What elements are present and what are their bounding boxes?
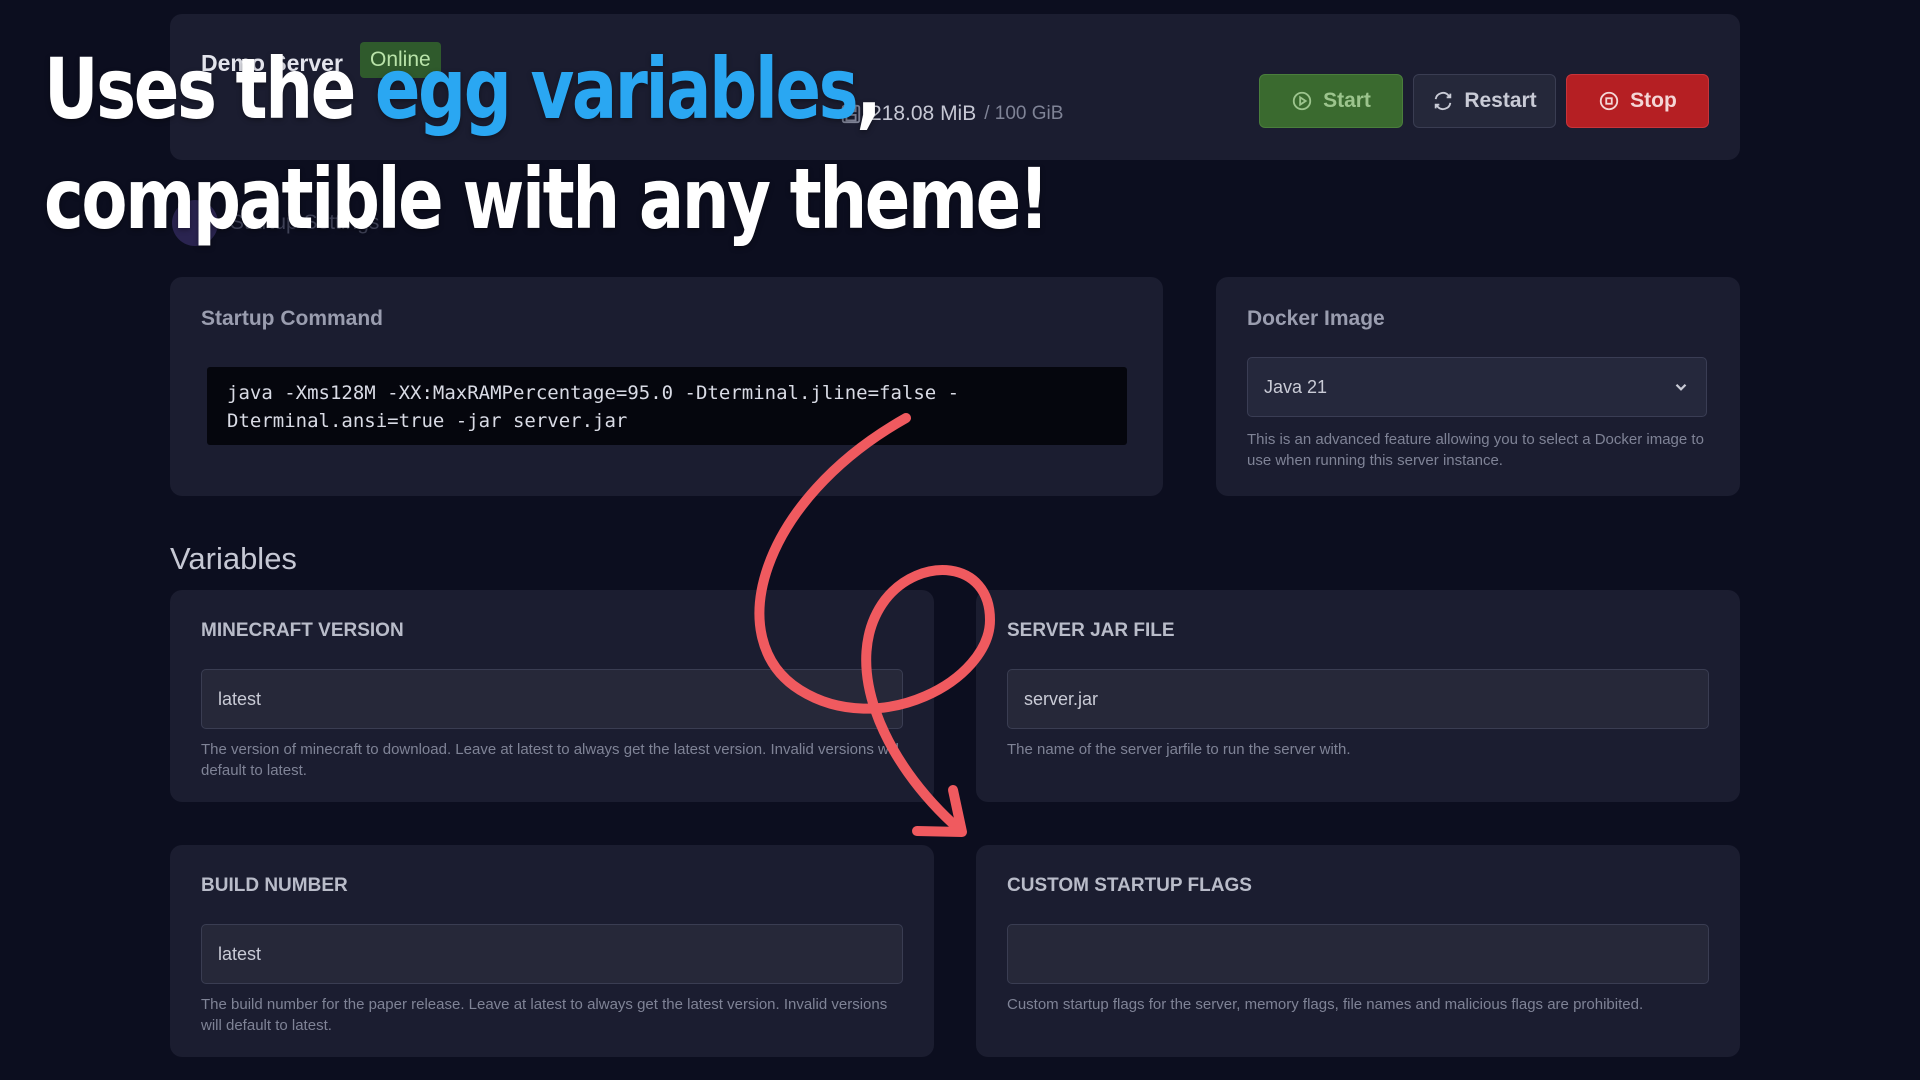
variable-help: The version of minecraft to download. Le… (201, 741, 899, 779)
minecraft-version-input[interactable]: latest (201, 669, 903, 729)
stop-icon (1600, 91, 1619, 111)
headline-line-1: Uses the egg variables, (44, 40, 882, 138)
startup-command-text: java -Xms128M -XX:MaxRAMPercentage=95.0 … (207, 367, 1127, 445)
docker-image-value: Java 21 (1264, 376, 1328, 397)
variables-heading: Variables (170, 541, 297, 576)
disk-limit: / 100 GiB (984, 103, 1064, 124)
variable-card-server-jar-file: SERVER JAR FILE server.jar The name of t… (976, 590, 1740, 802)
variable-help: Custom startup flags for the server, mem… (1007, 996, 1644, 1013)
variable-help: The build number for the paper release. … (201, 996, 888, 1034)
server-jar-file-input[interactable]: server.jar (1007, 669, 1709, 729)
restart-button-label: Restart (1464, 89, 1537, 112)
headline-accent: egg variables (374, 40, 859, 138)
startup-command-card: Startup Command java -Xms128M -XX:MaxRAM… (170, 277, 1163, 496)
variable-title: SERVER JAR FILE (1007, 620, 1175, 641)
variable-title: MINECRAFT VERSION (201, 620, 404, 641)
variable-help: The name of the server jarfile to run th… (1007, 741, 1351, 758)
variable-title: CUSTOM STARTUP FLAGS (1007, 875, 1252, 896)
custom-startup-flags-input[interactable] (1007, 924, 1709, 984)
docker-image-card: Docker Image Java 21 This is an advanced… (1216, 277, 1740, 496)
headline-suffix: , (856, 40, 882, 138)
disk-used: 218.08 MiB (870, 102, 977, 125)
start-button-label: Start (1323, 89, 1371, 112)
build-number-input[interactable]: latest (201, 924, 903, 984)
docker-image-help: This is an advanced feature allowing you… (1247, 431, 1704, 469)
restart-icon (1435, 92, 1452, 110)
docker-image-title: Docker Image (1247, 307, 1385, 330)
variable-card-build-number: BUILD NUMBER latest The build number for… (170, 845, 934, 1057)
variable-card-custom-startup-flags: CUSTOM STARTUP FLAGS Custom startup flag… (976, 845, 1740, 1057)
play-icon (1292, 91, 1312, 111)
stop-button-label: Stop (1630, 89, 1677, 112)
docker-image-select[interactable]: Java 21 (1247, 357, 1707, 417)
start-button[interactable]: Start (1259, 74, 1403, 128)
chevron-down-icon (1675, 383, 1687, 391)
variable-title: BUILD NUMBER (201, 875, 348, 896)
headline-line-2: compatible with any theme! (44, 150, 1049, 248)
stop-button[interactable]: Stop (1566, 74, 1709, 128)
restart-button[interactable]: Restart (1413, 74, 1556, 128)
headline-prefix: Uses the (44, 40, 375, 138)
startup-command-title: Startup Command (201, 307, 384, 330)
variable-card-minecraft-version: MINECRAFT VERSION latest The version of … (170, 590, 934, 802)
